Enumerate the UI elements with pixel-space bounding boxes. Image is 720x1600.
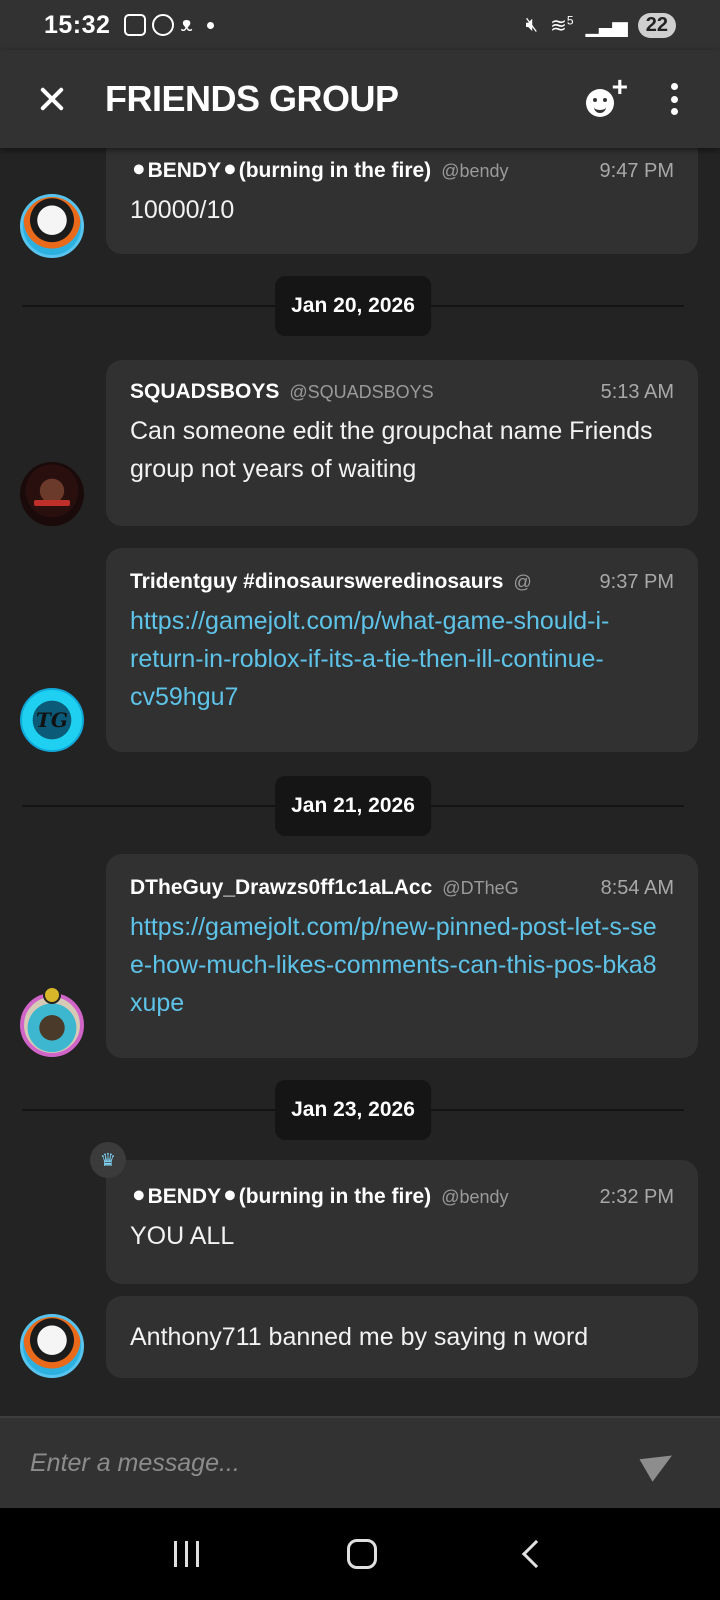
date-label: Jan 21, 2026 [275,776,431,836]
date-label: Jan 20, 2026 [275,276,431,336]
message-author[interactable]: Tridentguy #dinosaursweredinosaurs [130,570,503,594]
recent-apps-button[interactable] [174,1541,200,1567]
message-handle[interactable]: @SQUADSBOYS [289,382,590,403]
message-composer [0,1416,720,1508]
message-link[interactable]: https://gamejolt.com/p/what-game-should-… [130,602,610,716]
close-button[interactable] [33,79,73,119]
signal-icon: ▁▃▅ [585,14,628,37]
avatar[interactable] [20,194,84,258]
message-bubble[interactable]: ⚫BENDY⚫(burning in the fire) @bendy 2:32… [106,1160,698,1284]
crown-icon: ♛ [90,1142,126,1178]
message-meta: ⚫BENDY⚫(burning in the fire) @bendy 9:47… [130,158,674,183]
message-time: 9:37 PM [599,571,674,593]
message-bubble[interactable]: Tridentguy #dinosaursweredinosaurs @ 9:3… [106,548,698,752]
add-user-icon [586,89,614,117]
header-actions: + [582,73,680,125]
recent-apps-icon [185,1541,189,1567]
avatar[interactable] [20,1314,84,1378]
date-label: Jan 23, 2026 [275,1080,431,1140]
message-author[interactable]: ⚫BENDY⚫(burning in the fire) [130,158,431,183]
message-handle[interactable]: @bendy [441,161,589,182]
system-icons: 🔇︎ ≋5 ▁▃▅ 22 [525,12,676,38]
message-bubble[interactable]: SQUADSBOYS @SQUADSBOYS 5:13 AM Can someo… [106,360,698,526]
avatar[interactable] [20,462,84,526]
message-text: Can someone edit the groupchat name Frie… [130,417,653,483]
message-bubble[interactable]: DTheGuy_Drawzs0ff1c1aLAcc @DTheG 8:54 AM… [106,854,698,1058]
more-dot-icon [670,95,678,103]
message-meta: DTheGuy_Drawzs0ff1c1aLAcc @DTheG 8:54 AM [130,876,674,900]
wifi-band-label: 5 [566,12,574,27]
message-author[interactable]: SQUADSBOYS [130,380,279,404]
add-member-button[interactable]: + [582,73,634,125]
message-link[interactable]: https://gamejolt.com/p/new-pinned-post-l… [130,908,660,1022]
notification-icons: ᴥ [124,13,214,37]
date-separator: Jan 20, 2026 [22,276,684,336]
bat-notification-icon: ᴥ [180,13,193,36]
recent-apps-icon [174,1541,178,1567]
app-notification-icon [152,14,175,36]
message-time: 2:32 PM [599,1186,674,1208]
message-time: 5:13 AM [600,381,674,403]
avatar[interactable]: TG [20,688,84,752]
battery-indicator: 22 [637,12,676,38]
message-meta: ⚫BENDY⚫(burning in the fire) @bendy 2:32… [130,1184,674,1209]
message-bubble[interactable]: ⚫BENDY⚫(burning in the fire) @bendy 9:47… [106,148,698,254]
mute-icon: 🔇︎ [525,13,539,36]
message-handle[interactable]: @DTheG [442,878,590,899]
screenshot-notification-icon [124,14,147,36]
page-title: FRIENDS GROUP [105,78,399,119]
more-notifications-dot-icon [206,21,214,29]
back-button[interactable] [521,1539,550,1569]
more-options-button[interactable] [668,79,680,119]
message-text: Anthony711 banned me by saying n word [130,1323,589,1351]
message-handle[interactable]: @ [513,572,589,593]
plus-icon: + [611,71,628,102]
avatar-initials: TG [36,708,68,732]
message-author[interactable]: DTheGuy_Drawzs0ff1c1aLAcc [130,876,432,900]
home-button[interactable] [347,1539,378,1569]
more-dot-icon [670,83,678,90]
more-dot-icon [670,108,678,115]
message-time: 8:54 AM [600,877,674,899]
message-text: 10000/10 [130,196,235,224]
message-bubble[interactable]: Anthony711 banned me by saying n word [106,1296,698,1378]
status-bar: 15:32 ᴥ 🔇︎ ≋5 ▁▃▅ 22 [0,0,720,50]
message-author[interactable]: ⚫BENDY⚫(burning in the fire) [130,1184,431,1209]
recent-apps-icon [196,1541,200,1567]
message-handle[interactable]: @bendy [441,1187,589,1208]
date-separator: Jan 21, 2026 [22,776,684,836]
message-text: YOU ALL [130,1222,235,1250]
message-time: 9:47 PM [599,160,674,182]
message-meta: Tridentguy #dinosaursweredinosaurs @ 9:3… [130,570,674,594]
send-button[interactable] [642,1446,676,1480]
wifi-icon: ≋5 [550,12,574,37]
message-input[interactable] [30,1448,610,1478]
lock-icon [43,986,61,1004]
status-time: 15:32 [44,10,111,39]
chat-header: FRIENDS GROUP + [0,50,720,148]
message-list[interactable]: ⚫BENDY⚫(burning in the fire) @bendy 9:47… [0,148,720,1416]
message-meta: SQUADSBOYS @SQUADSBOYS 5:13 AM [130,380,674,404]
date-separator: Jan 23, 2026 [22,1080,684,1140]
system-nav-bar [0,1508,720,1600]
